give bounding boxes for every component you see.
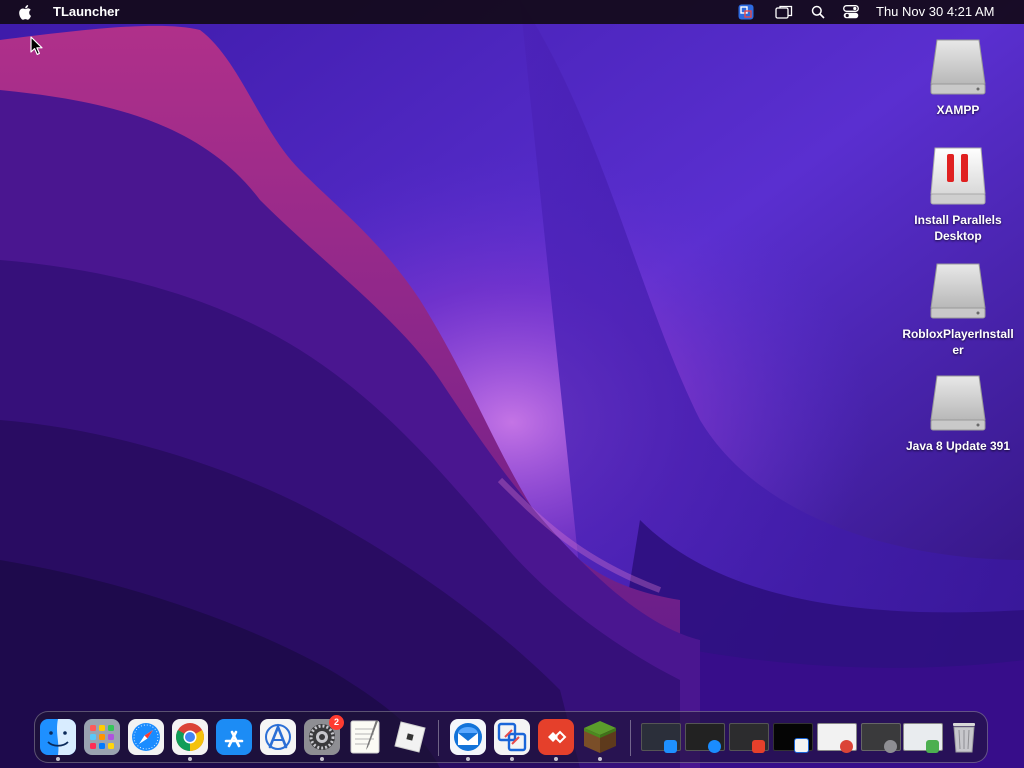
desktop-icon-label: RobloxPlayerInstaller xyxy=(902,327,1014,357)
safari-icon xyxy=(708,740,721,753)
dock-item-textedit[interactable] xyxy=(348,719,384,755)
mouse-pointer-icon xyxy=(30,36,43,55)
dock-item-roblox[interactable] xyxy=(392,719,428,755)
minimized-window-settings[interactable] xyxy=(861,721,901,753)
desktop-icon-label: Java 8 Update 391 xyxy=(905,439,1011,453)
menu-bar-clock[interactable]: Thu Nov 30 4:21 AM xyxy=(876,4,995,19)
minimized-window-teamviewer[interactable] xyxy=(773,721,813,753)
active-app-name[interactable]: TLauncher xyxy=(53,4,119,19)
desktop-icon-java-8-update-391[interactable]: Java 8 Update 391 xyxy=(899,372,1017,454)
control-center-icon[interactable] xyxy=(840,0,862,24)
dock-item-safari[interactable] xyxy=(128,719,164,755)
safari-icon xyxy=(128,719,164,755)
teamviewer-icon xyxy=(794,738,809,753)
parallels-installer-icon xyxy=(930,147,986,205)
dock-item-google-chrome[interactable] xyxy=(172,719,208,755)
dock-item-teamviewer[interactable] xyxy=(494,719,530,755)
disk-image-icon xyxy=(930,39,986,95)
launchpad-icon xyxy=(84,719,120,755)
anydesk-icon xyxy=(752,740,765,753)
running-indicator xyxy=(598,757,602,761)
dock-item-trash[interactable] xyxy=(946,719,982,755)
dock-item-xcode-instruments[interactable] xyxy=(260,719,296,755)
minecraft-icon xyxy=(584,721,616,753)
disk-image-icon xyxy=(930,263,986,319)
thunderbird-icon xyxy=(450,719,486,755)
running-indicator xyxy=(320,757,324,761)
desktop-icon-robloxplayerinstaller[interactable]: RobloxPlayerInstaller xyxy=(899,260,1017,358)
system-settings-icon xyxy=(884,740,897,753)
minimized-window-anydesk[interactable] xyxy=(729,721,769,753)
dock-separator xyxy=(438,720,439,756)
app-store-icon xyxy=(216,719,252,755)
instruments-icon xyxy=(260,719,296,755)
minimized-window-chrome[interactable] xyxy=(817,721,857,753)
dock-item-minecraft[interactable] xyxy=(582,719,618,755)
screen-mirroring-icon[interactable] xyxy=(773,0,795,24)
minimized-window-finder[interactable] xyxy=(641,721,681,753)
minimized-window-safari[interactable] xyxy=(685,721,725,753)
spotlight-search-icon[interactable] xyxy=(808,0,828,24)
apple-logo-icon[interactable] xyxy=(18,3,34,21)
running-indicator xyxy=(466,757,470,761)
running-indicator xyxy=(554,757,558,761)
desktop-icon-label: Install Parallels Desktop xyxy=(914,213,1002,243)
finder-icon xyxy=(40,719,76,755)
roblox-icon xyxy=(394,721,426,753)
desktop-icon-xampp[interactable]: XAMPP xyxy=(899,36,1017,118)
running-indicator xyxy=(510,757,514,761)
running-indicator xyxy=(56,757,60,761)
running-indicator xyxy=(188,757,192,761)
chrome-icon xyxy=(172,719,208,755)
dock-item-thunderbird[interactable] xyxy=(450,719,486,755)
textedit-icon xyxy=(350,720,380,754)
teamviewer-icon xyxy=(494,719,530,755)
dock-item-system-settings[interactable]: 2 xyxy=(304,715,344,755)
menu-bar: TLauncher Thu Nov 30 4:21 AM xyxy=(0,0,1024,24)
document-icon xyxy=(926,740,939,753)
disk-image-icon xyxy=(930,375,986,431)
dock-item-finder[interactable] xyxy=(40,719,76,755)
desktop-icon-label: XAMPP xyxy=(936,103,980,117)
notification-badge: 2 xyxy=(329,715,344,730)
finder-icon xyxy=(664,740,677,753)
desktop-wallpaper xyxy=(0,0,1024,768)
teamviewer-icon[interactable] xyxy=(736,0,756,24)
minimized-window-document[interactable] xyxy=(903,721,943,753)
dock-item-app-store[interactable] xyxy=(216,719,252,755)
dock: 2 xyxy=(34,711,988,763)
dock-item-launchpad[interactable] xyxy=(84,719,120,755)
desktop-icon-install-parallels-desktop[interactable]: Install Parallels Desktop xyxy=(899,146,1017,244)
trash-icon xyxy=(953,723,975,753)
dock-separator xyxy=(630,720,631,756)
dock-item-anydesk[interactable] xyxy=(538,719,574,755)
chrome-icon xyxy=(840,740,853,753)
anydesk-icon xyxy=(538,719,574,755)
